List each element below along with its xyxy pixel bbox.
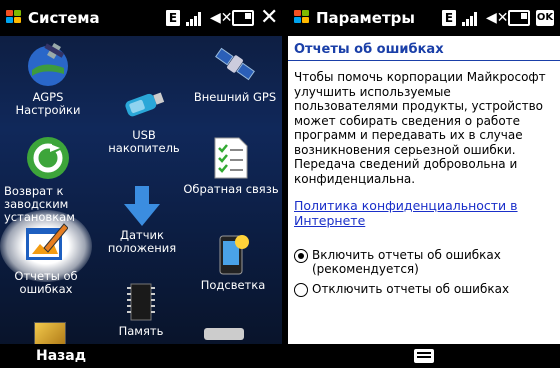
app-label: Датчик положения [107,228,177,255]
start-menu-icon[interactable] [6,10,24,26]
app-label: Обратная связь [183,182,279,196]
app-usb-storage[interactable]: USB накопитель [98,84,190,155]
phone-light-icon [216,232,250,276]
app-label: Внешний GPS [193,90,277,104]
edge-connection-icon[interactable]: E [166,10,180,26]
app-external-gps[interactable]: Внешний GPS [190,40,280,104]
app-backlight[interactable]: Подсветка [190,232,276,292]
status-icons: E ◀✕ OK [442,9,554,27]
softkey-bar: Назад [0,344,282,368]
battery-icon[interactable] [508,10,530,26]
page-title: Отчеты об ошибках [294,42,444,57]
signal-icon[interactable] [462,10,480,26]
radio-disable-reports[interactable]: Отключить отчеты об ошибках [294,282,509,297]
app-error-reports[interactable]: Отчеты об ошибках [0,210,92,296]
signal-icon[interactable] [186,10,204,26]
description-text: Чтобы помочь корпорации Майкрософт улучш… [294,70,546,186]
app-label: Память [118,324,164,338]
ok-button[interactable]: OK [536,10,554,26]
back-softkey[interactable]: Назад [36,348,86,364]
memory-chip-icon [125,282,157,322]
app-agps-settings[interactable]: AGPS Настройки [8,40,88,117]
report-pencil-icon [24,222,69,264]
speaker-mute-icon[interactable]: ◀✕ [210,10,233,26]
window-title: Параметры [316,9,415,27]
app-memory[interactable]: Память [100,282,182,338]
radio-button-unselected[interactable] [294,283,308,297]
keyboard-icon[interactable] [414,349,434,363]
app-label: AGPS Настройки [15,90,81,117]
close-icon[interactable]: ✕ [260,7,278,29]
app-label: USB накопитель [108,128,180,155]
usb-drive-icon [120,84,168,126]
satellite-icon [211,40,259,88]
refresh-icon [24,134,72,182]
privacy-policy-link[interactable]: Политика конфиденциальности в Интернете [294,198,556,228]
speaker-mute-icon[interactable]: ◀✕ [486,10,509,26]
app-feedback[interactable]: Обратная связь [180,136,282,196]
satellite-globe-icon [24,40,72,88]
window-title: Система [28,9,100,27]
edge-connection-icon[interactable]: E [442,10,456,26]
system-screen: Система E ◀✕ ✕ AGPS Настройки Внешний GP… [0,0,282,368]
settings-screen: Параметры E ◀✕ OK Отчеты об ошибках Чтоб… [288,0,560,368]
checklist-icon [213,136,249,180]
title-bar: Система E ◀✕ ✕ [0,0,282,36]
start-menu-icon[interactable] [294,10,312,26]
app-label: Отчеты об ошибках [14,269,78,296]
app-position-sensor[interactable]: Датчик положения [102,186,182,255]
radio-label: Включить отчеты об ошибках (рекомендуетс… [312,248,501,276]
heading-divider [288,60,560,61]
radio-button-selected[interactable] [294,249,308,263]
status-icons: E ◀✕ ✕ [166,7,278,29]
title-bar: Параметры E ◀✕ OK [288,0,560,36]
radio-label: Отключить отчеты об ошибках [312,282,510,296]
arrow-down-icon [124,186,160,226]
app-label: Подсветка [200,278,266,292]
battery-icon[interactable] [232,10,254,26]
folder-icon[interactable] [34,322,66,346]
radio-enable-reports[interactable]: Включить отчеты об ошибках (рекомендуетс… [294,248,512,276]
softkey-bar [288,344,560,368]
keyboard-device-icon[interactable] [204,328,244,340]
